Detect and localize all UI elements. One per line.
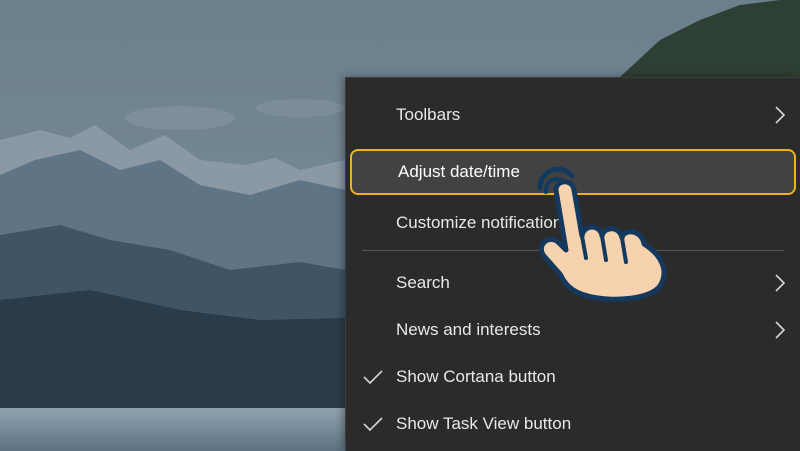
menu-item-label: News and interests xyxy=(396,320,541,339)
menu-item-show-task-view-button[interactable]: Show Task View button xyxy=(346,401,800,447)
tapping-hand-icon xyxy=(537,166,667,302)
chevron-right-icon xyxy=(775,274,786,292)
menu-item-label: Adjust date/time xyxy=(398,162,520,181)
checkmark-icon xyxy=(363,417,383,432)
menu-item-label: Show Task View button xyxy=(396,414,572,433)
menu-item-toolbars[interactable]: Toolbars xyxy=(346,92,800,138)
chevron-right-icon xyxy=(775,321,786,339)
menu-item-label: Show Cortana button xyxy=(396,367,556,386)
chevron-right-icon xyxy=(775,106,786,124)
menu-item-label: Toolbars xyxy=(396,105,461,124)
menu-item-show-cortana-button[interactable]: Show Cortana button xyxy=(346,354,800,400)
menu-item-label: Search xyxy=(396,273,450,292)
checkmark-icon xyxy=(363,370,383,385)
menu-item-news-and-interests[interactable]: News and interests xyxy=(346,307,800,353)
